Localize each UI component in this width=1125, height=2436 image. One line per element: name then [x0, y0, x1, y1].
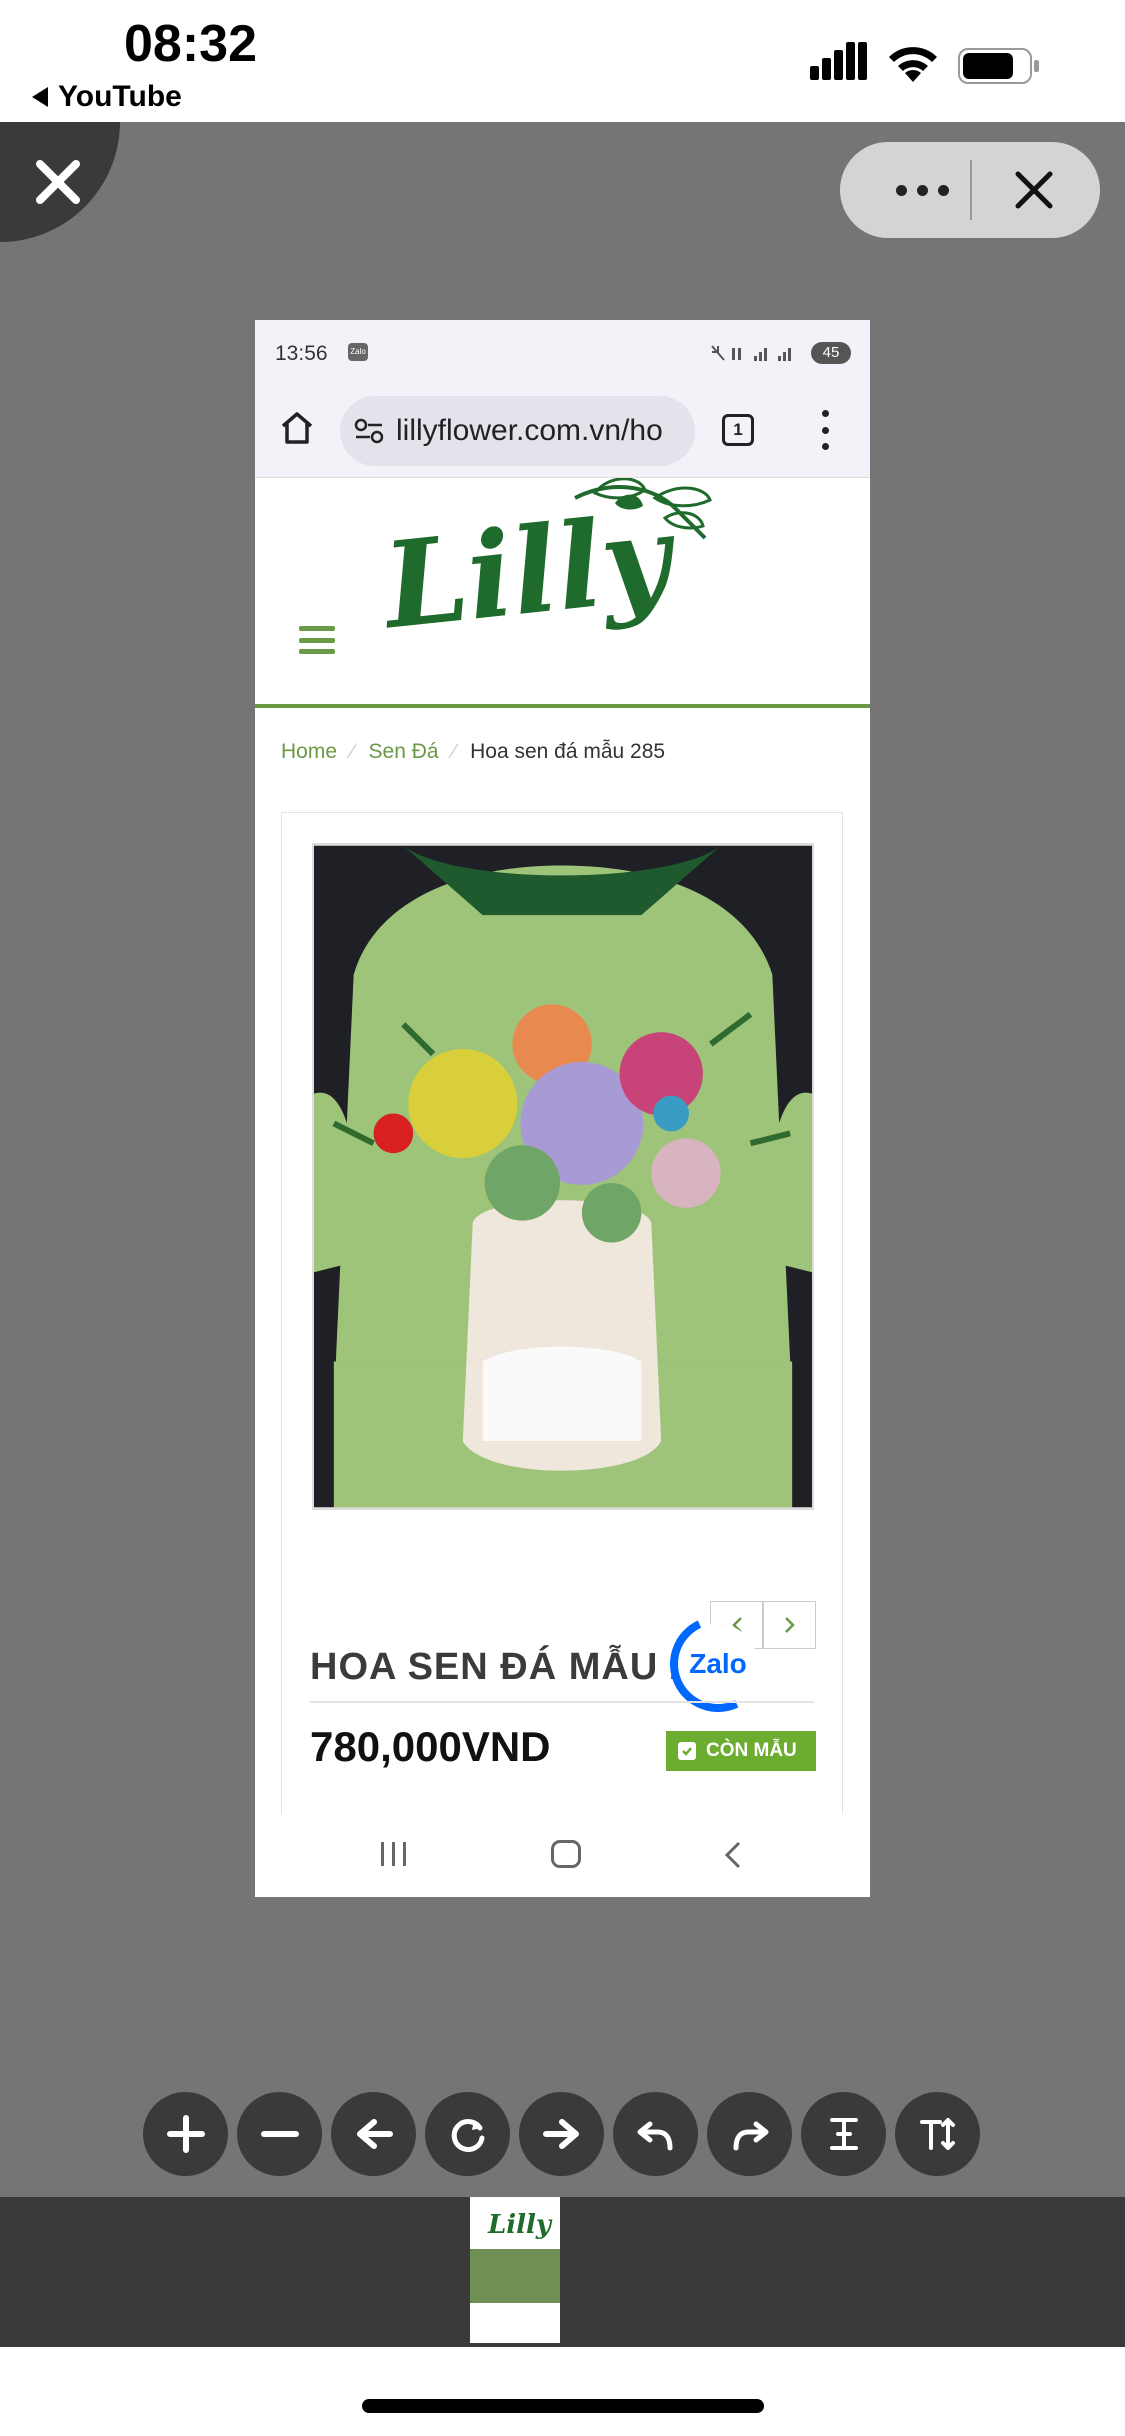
recent-apps-icon[interactable] [381, 1842, 406, 1866]
android-home-icon[interactable] [551, 1840, 581, 1868]
product-title: HOA SEN ĐÁ MẪU 2 [310, 1646, 692, 1688]
battery-icon [958, 48, 1039, 84]
stock-badge: CÒN MẪU [666, 1731, 816, 1771]
zoom-in-icon [166, 2115, 205, 2153]
url-bar[interactable]: lillyflower.com.vn/ho [340, 396, 695, 466]
more-dot [916, 184, 928, 196]
tab-switcher-button[interactable]: 1 [722, 414, 754, 446]
android-battery: 45 [811, 342, 851, 364]
text-size-icon [919, 2118, 955, 2150]
embedded-screenshot: 13:56 Zalo 45 lillyflower.com.vn/ho 1 Li… [255, 320, 870, 1897]
ios-status-bar: 08:32 YouTube [0, 0, 1125, 122]
zalo-notification-icon: Zalo [348, 343, 368, 361]
zoom-out-icon [260, 2131, 299, 2137]
product-price: 780,000VND [310, 1723, 551, 1770]
thumbnail[interactable]: Lilly [470, 2197, 560, 2343]
check-icon [678, 1742, 696, 1760]
text-fit-icon [829, 2118, 858, 2150]
recent-bar [403, 1842, 406, 1866]
undo-icon [637, 2121, 672, 2151]
product-photo[interactable] [312, 843, 814, 1510]
x-icon[interactable] [1010, 166, 1058, 214]
breadcrumb-separator: ⁄ [452, 740, 457, 763]
gallery-next-button[interactable] [763, 1601, 816, 1649]
hamburger-bar [299, 637, 335, 643]
url-text: lillyflower.com.vn/ho [396, 414, 663, 447]
zoom-in-button[interactable] [143, 2092, 228, 2176]
browser-toolbar: lillyflower.com.vn/ho 1 [255, 380, 870, 478]
product-gallery: HOA SEN ĐÁ MẪU 2 Zalo 780,000VND CÒN MẪU [281, 812, 843, 1897]
android-back-icon[interactable] [723, 1840, 743, 1870]
thumbnail-footer [470, 2307, 560, 2343]
hamburger-bar [299, 649, 335, 654]
back-to-app-link[interactable]: YouTube [32, 80, 182, 114]
status-time: 08:32 [124, 15, 257, 73]
home-indicator[interactable] [362, 2399, 764, 2413]
rotate-icon [451, 2119, 484, 2153]
move-right-button[interactable] [519, 2092, 604, 2176]
stock-label: CÒN MẪU [706, 1740, 797, 1761]
browser-menu-button[interactable] [821, 410, 829, 450]
rotate-button[interactable] [425, 2092, 510, 2176]
more-dot [937, 184, 949, 196]
thumbnail-strip: Lilly [0, 2197, 1125, 2347]
zoom-out-button[interactable] [237, 2092, 322, 2176]
cellular-signal-icon [810, 42, 867, 80]
zalo-chat-button[interactable]: Zalo [656, 1602, 780, 1726]
breadcrumb-current: Hoa sen đá mẫu 285 [470, 740, 666, 763]
home-icon[interactable] [277, 408, 317, 448]
close-icon [36, 160, 80, 204]
chevron-right-icon [784, 1617, 795, 1633]
hamburger-menu-icon[interactable] [299, 626, 335, 654]
more-dots-icon [895, 184, 907, 196]
thumbnail-header: Lilly [470, 2197, 560, 2245]
undo-button[interactable] [613, 2092, 698, 2176]
site-header: Lilly [255, 478, 870, 708]
redo-button[interactable] [707, 2092, 792, 2176]
redo-icon [733, 2121, 768, 2151]
text-size-button[interactable] [895, 2092, 980, 2176]
wifi-icon [889, 47, 937, 82]
text-fit-button[interactable] [801, 2092, 886, 2176]
arrow-left-icon [356, 2119, 393, 2149]
breadcrumb: Home ⁄ Sen Đá ⁄ Hoa sen đá mẫu 285 [281, 740, 665, 764]
breadcrumb-category[interactable]: Sen Đá [369, 740, 439, 764]
viewer-options-pill [840, 142, 1100, 238]
recent-bar [381, 1842, 384, 1866]
arrow-right-icon [542, 2119, 579, 2149]
home-area [0, 2347, 1125, 2436]
thumbnail-photo [470, 2249, 560, 2303]
image-viewer: 13:56 Zalo 45 lillyflower.com.vn/ho 1 Li… [0, 122, 1125, 2197]
android-status-bar: 13:56 Zalo 45 [255, 320, 870, 380]
title-divider [310, 1701, 814, 1703]
logo-wordmark: Lilly [375, 486, 684, 655]
lilly-logo[interactable]: Lilly [375, 478, 735, 668]
move-left-button[interactable] [331, 2092, 416, 2176]
zalo-label: Zalo [678, 1624, 758, 1704]
android-nav-bar [255, 1814, 870, 1897]
site-settings-icon[interactable] [354, 418, 384, 444]
kebab-dot-icon [821, 426, 829, 434]
back-app-label: YouTube [58, 80, 182, 113]
breadcrumb-separator: ⁄ [351, 740, 355, 763]
recent-bar [392, 1842, 395, 1866]
hamburger-bar [299, 626, 335, 631]
kebab-dot-icon [821, 443, 829, 450]
android-time: 13:56 [275, 342, 328, 365]
more-options-button[interactable] [872, 142, 972, 238]
kebab-dot-icon [821, 410, 829, 417]
pill-divider [970, 160, 972, 220]
editing-toolbar [143, 2092, 980, 2176]
svg-text:Lilly: Lilly [487, 2210, 553, 2240]
close-viewer-button[interactable] [0, 122, 120, 242]
back-triangle-icon [32, 87, 48, 107]
breadcrumb-home[interactable]: Home [281, 740, 337, 764]
android-signal-icons [711, 345, 791, 361]
